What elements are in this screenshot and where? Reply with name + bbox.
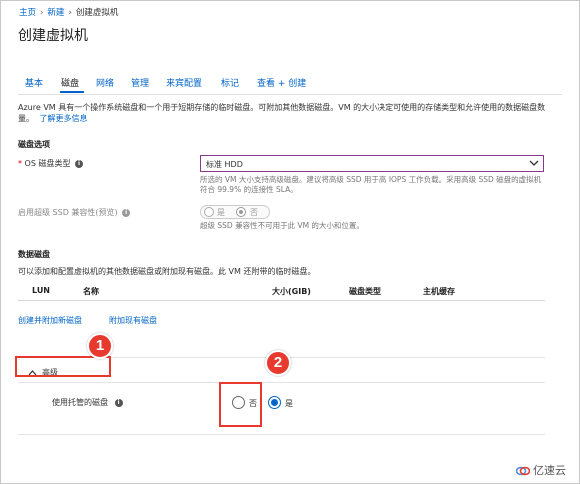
ultra-ssd-no-radio[interactable]	[236, 207, 246, 217]
bottom-divider	[18, 434, 545, 435]
required-marker: *	[18, 159, 22, 168]
advanced-divider-bottom	[18, 382, 545, 383]
page-title: 创建虚拟机	[18, 28, 88, 44]
annotation-badge-2: 2	[265, 350, 291, 376]
breadcrumb-new[interactable]: 新建	[47, 8, 64, 18]
column-header-lun: LUN	[32, 286, 51, 295]
tab-review-create[interactable]: 查看 + 创建	[257, 76, 306, 89]
create-attach-disk-link[interactable]: 创建并附加新磁盘	[18, 315, 82, 326]
column-header-host-caching: 主机缓存	[423, 287, 455, 296]
os-disk-type-value: 标准 HDD	[206, 160, 243, 169]
tab-basics[interactable]: 基本	[25, 76, 43, 89]
managed-disk-label: 使用托管的磁盘	[52, 398, 108, 407]
chevron-down-icon	[529, 160, 539, 166]
ultra-ssd-hint: 超级 SSD 兼容性不可用于此 VM 的大小和位置。	[200, 221, 364, 230]
os-disk-type-label: OS 磁盘类型	[24, 159, 71, 168]
data-disks-description: 可以添加和配置虚拟机的其他数据磁盘或附加现有磁盘。此 VM 还附带的临时磁盘。	[18, 267, 316, 276]
ultra-ssd-no-label: 否	[250, 208, 258, 217]
breadcrumb: 主页 › 新建 › 创建虚拟机	[19, 6, 118, 18]
breadcrumb-current: 创建虚拟机	[75, 8, 119, 18]
tab-guest-config[interactable]: 来宾配置	[166, 76, 202, 89]
ultra-ssd-label-row: 启用超级 SSD 兼容性(预览) i	[18, 207, 131, 218]
managed-disk-yes-radio[interactable]	[268, 396, 281, 409]
column-header-size: 大小(GIB)	[272, 287, 311, 296]
tab-tags[interactable]: 标记	[221, 76, 239, 89]
tab-disks[interactable]: 磁盘	[61, 76, 79, 89]
window-frame	[0, 0, 580, 484]
managed-disk-label-row: 使用托管的磁盘 i	[52, 397, 123, 408]
managed-disk-yes-label: 是	[285, 399, 293, 408]
intro-text: Azure VM 具有一个操作系统磁盘和一个用于短期存储的临时磁盘。可附加其他数…	[18, 103, 546, 123]
info-icon[interactable]: i	[122, 208, 131, 217]
os-disk-type-label-row: * OS 磁盘类型 i	[18, 158, 84, 169]
ultra-ssd-yes-radio[interactable]	[204, 207, 214, 217]
annotation-box-managed-no	[219, 382, 262, 427]
watermark: 亿速云	[516, 462, 566, 478]
tab-networking[interactable]: 网络	[96, 76, 114, 89]
table-header-divider	[18, 300, 545, 301]
column-header-disk-type: 磁盘类型	[349, 287, 381, 296]
tab-management[interactable]: 管理	[131, 76, 149, 89]
ultra-ssd-label: 启用超级 SSD 兼容性(预览)	[18, 208, 118, 217]
watermark-text: 亿速云	[533, 464, 566, 477]
watermark-logo-icon	[516, 466, 530, 476]
tab-divider	[18, 94, 562, 95]
disk-options-heading: 磁盘选项	[18, 140, 50, 149]
active-tab-indicator	[60, 91, 84, 93]
os-disk-hint: 所选的 VM 大小支持高级磁盘。建议将高级 SSD 用于高 IOPS 工作负载。…	[200, 175, 542, 194]
annotation-box-advanced	[15, 356, 111, 377]
breadcrumb-separator-icon: ›	[68, 8, 72, 18]
ultra-ssd-radio-group: 是 否	[200, 205, 270, 219]
column-header-name: 名称	[83, 287, 99, 296]
tab-bar: 基本 磁盘 网络 管理 来宾配置 标记 查看 + 创建	[25, 76, 325, 93]
info-icon[interactable]: i	[75, 159, 84, 168]
learn-more-link[interactable]: 了解更多信息	[40, 114, 88, 123]
info-icon[interactable]: i	[114, 398, 123, 407]
os-disk-type-dropdown[interactable]: 标准 HDD	[200, 155, 544, 172]
intro-description: Azure VM 具有一个操作系统磁盘和一个用于短期存储的临时磁盘。可附加其他数…	[18, 102, 558, 124]
data-disks-heading: 数据磁盘	[18, 250, 50, 259]
breadcrumb-home[interactable]: 主页	[19, 8, 36, 18]
annotation-badge-1: 1	[87, 333, 113, 359]
attach-existing-disk-link[interactable]: 附加现有磁盘	[109, 315, 157, 326]
ultra-ssd-yes-label: 是	[217, 208, 225, 217]
breadcrumb-separator-icon: ›	[40, 8, 44, 18]
